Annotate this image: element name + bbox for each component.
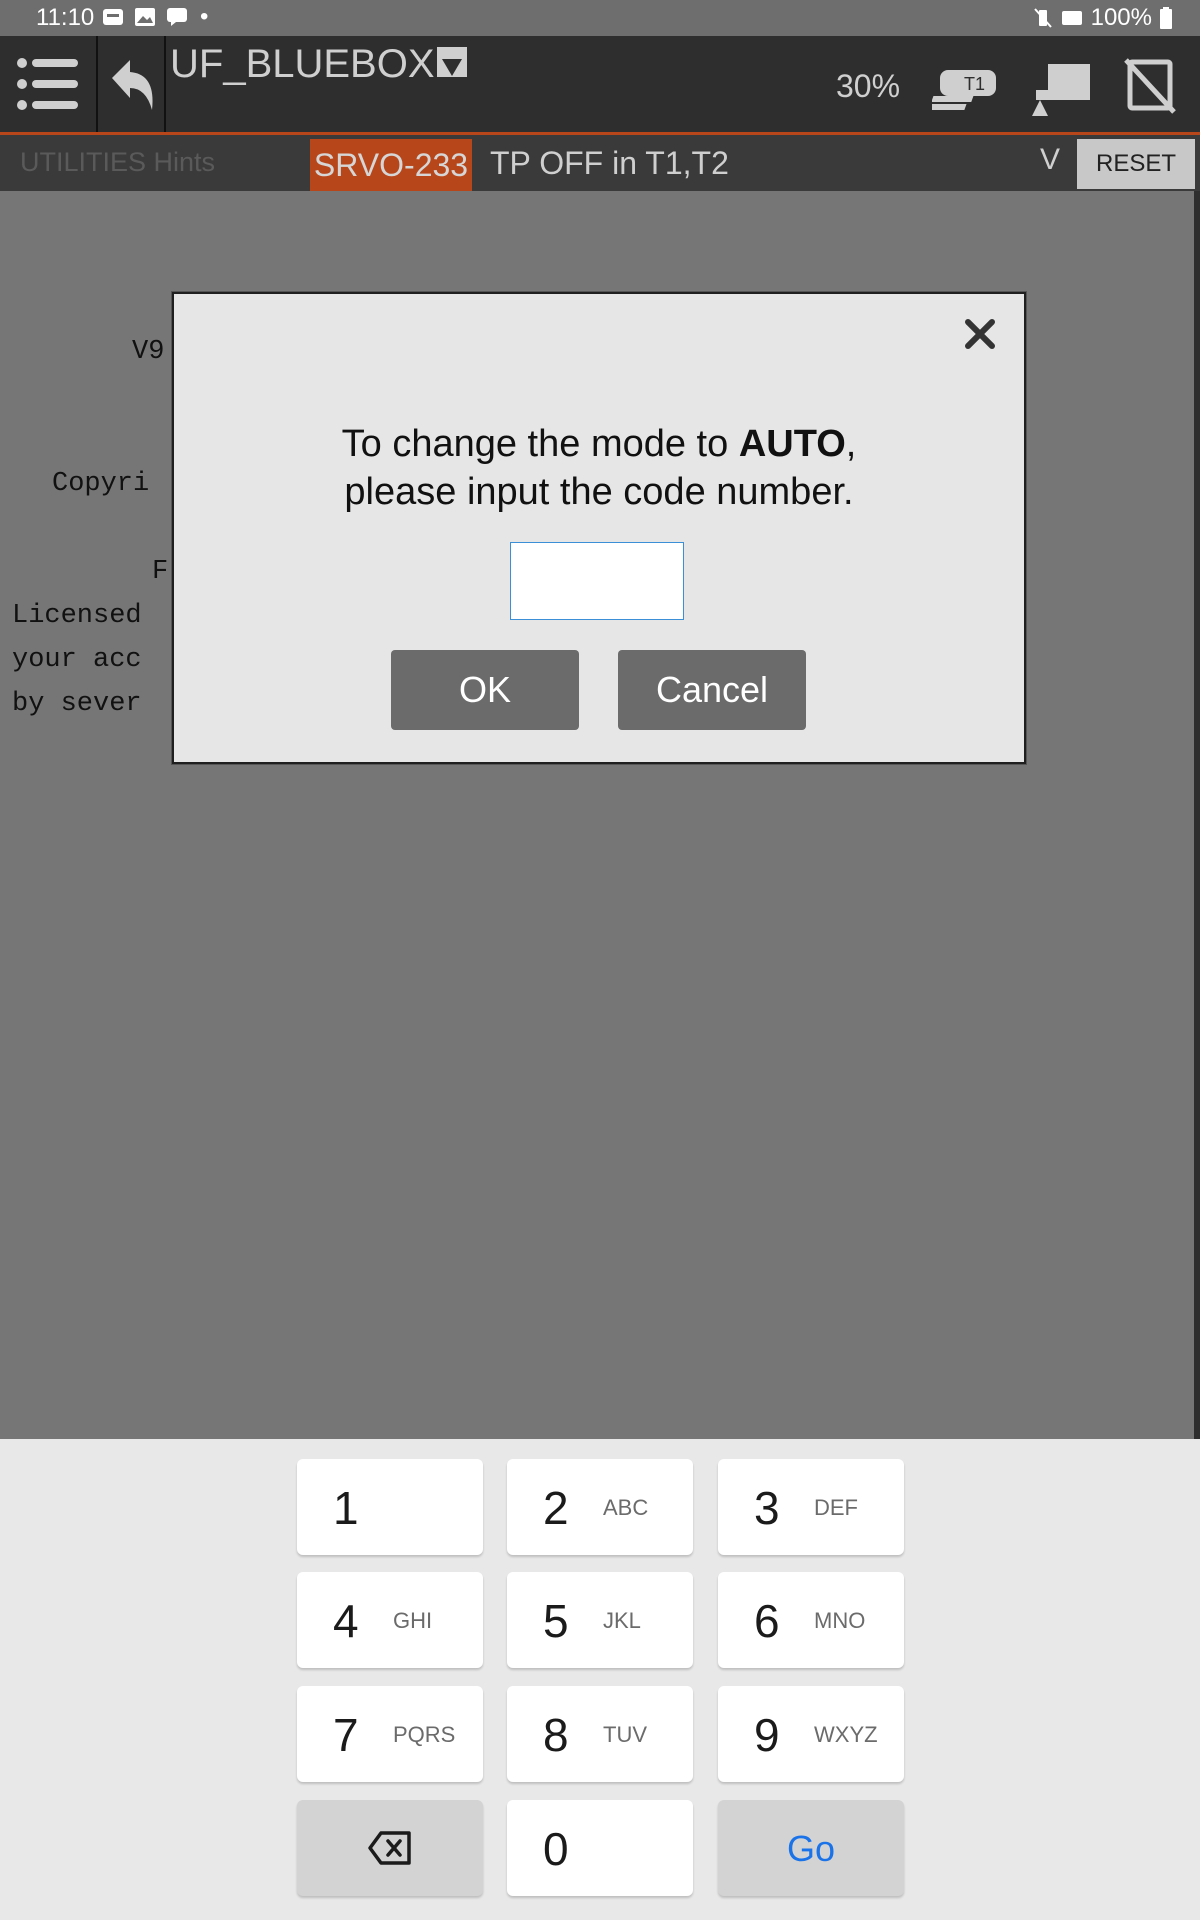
numeric-keyboard: 1 2 ABC 3 DEF 4 GHI 5 JKL 6 MNO 7 PQRS 8 TUV 9 W… <box>0 1439 1200 1920</box>
key-letters: JKL <box>603 1608 641 1633</box>
alarm-message: TP OFF in T1,T2 <box>490 145 729 181</box>
key-letters: PQRS <box>393 1722 456 1747</box>
go-label: Go <box>786 1828 836 1869</box>
alarm-expand-toggle[interactable]: V <box>1040 143 1060 177</box>
key-letters: GHI <box>393 1608 433 1633</box>
key-letters: MNO <box>814 1608 866 1633</box>
key-0[interactable]: 0 <box>507 1800 693 1896</box>
menu-button[interactable] <box>0 36 98 132</box>
key-2[interactable]: 2 ABC <box>507 1459 693 1555</box>
override-percentage: 30% <box>836 68 901 104</box>
close-icon <box>965 319 995 349</box>
cancel-button[interactable]: Cancel <box>618 650 806 730</box>
bg-text-line: by sever <box>12 689 142 719</box>
go-key[interactable]: Go <box>718 1800 904 1896</box>
key-6[interactable]: 6 MNO <box>718 1572 904 1668</box>
key-number: 8 <box>543 1709 569 1761</box>
mode-change-dialog: To change the mode to AUTO, please input… <box>172 292 1026 764</box>
key-number: 5 <box>543 1595 569 1647</box>
key-number: 2 <box>543 1482 569 1534</box>
mute-vibrate-icon <box>1033 8 1052 28</box>
app-header: UF_BLUEBOX 30% T1 <box>0 36 1200 135</box>
key-number: 3 <box>754 1482 780 1534</box>
key-7[interactable]: 7 PQRS <box>297 1686 483 1782</box>
t1-label: T1 <box>964 74 985 94</box>
prompt-line2: please input the code number. <box>344 471 854 513</box>
status-time: 11:10 <box>36 4 95 31</box>
bg-text-line: F <box>152 557 169 587</box>
key-number: 4 <box>333 1595 359 1647</box>
title-dropdown-icon <box>436 47 467 78</box>
key-letters: DEF <box>814 1495 858 1520</box>
status-bar: 11:10 • 100% <box>0 0 1200 36</box>
hamburger-menu-icon <box>17 58 78 110</box>
backspace-icon <box>368 1831 411 1865</box>
key-4[interactable]: 4 GHI <box>297 1572 483 1668</box>
teach-mode-t1-icon[interactable]: T1 <box>924 56 1002 116</box>
key-3[interactable]: 3 DEF <box>718 1459 904 1555</box>
key-number: 1 <box>333 1482 359 1534</box>
no-device-icon[interactable] <box>1116 56 1186 116</box>
status-right: 100% <box>1033 4 1172 32</box>
prompt-comma: , <box>845 423 857 465</box>
bg-text-line: your acc <box>12 645 142 675</box>
key-number: 6 <box>754 1595 780 1647</box>
wifi-icon <box>1061 11 1082 25</box>
prompt-text: To change the mode to <box>341 423 739 465</box>
bg-text-line: V9 <box>132 337 165 367</box>
code-input[interactable] <box>510 542 684 620</box>
right-edge-bar <box>1194 191 1200 1439</box>
gallery-icon <box>135 8 155 26</box>
bg-text-line: Licensed <box>12 601 142 631</box>
notification-icon <box>103 9 123 25</box>
dialog-prompt: To change the mode to AUTO, please input… <box>174 420 1024 516</box>
key-number: 9 <box>754 1709 780 1761</box>
key-1[interactable]: 1 <box>297 1459 483 1555</box>
close-button[interactable] <box>958 312 1002 356</box>
reset-button[interactable]: RESET <box>1077 139 1195 189</box>
back-button[interactable] <box>98 36 166 132</box>
page-title-text: UF_BLUEBOX <box>170 42 435 86</box>
bg-text-line: Copyri <box>52 469 150 499</box>
status-dot: • <box>200 3 209 30</box>
key-letters: TUV <box>603 1722 647 1747</box>
key-5[interactable]: 5 JKL <box>507 1572 693 1668</box>
key-number: 0 <box>543 1823 569 1875</box>
robot-screen-icon[interactable] <box>1026 56 1096 116</box>
alarm-code: SRVO-233 <box>310 139 472 191</box>
key-letters: ABC <box>603 1495 649 1520</box>
message-icon <box>167 8 187 26</box>
alarm-bar: UTILITIES Hints SRVO-233 TP OFF in T1,T2… <box>0 135 1200 191</box>
undo-arrow-icon <box>112 60 153 110</box>
key-8[interactable]: 8 TUV <box>507 1686 693 1782</box>
prompt-mode: AUTO <box>738 423 846 465</box>
page-title[interactable]: UF_BLUEBOX <box>170 42 467 87</box>
ok-button[interactable]: OK <box>391 650 579 730</box>
key-letters: WXYZ <box>814 1722 878 1747</box>
battery-icon <box>1160 7 1172 29</box>
battery-percent: 100% <box>1090 4 1152 31</box>
key-number: 7 <box>333 1709 359 1761</box>
hints-label[interactable]: UTILITIES Hints <box>20 147 215 178</box>
backspace-key[interactable] <box>297 1800 483 1896</box>
key-9[interactable]: 9 WXYZ <box>718 1686 904 1782</box>
